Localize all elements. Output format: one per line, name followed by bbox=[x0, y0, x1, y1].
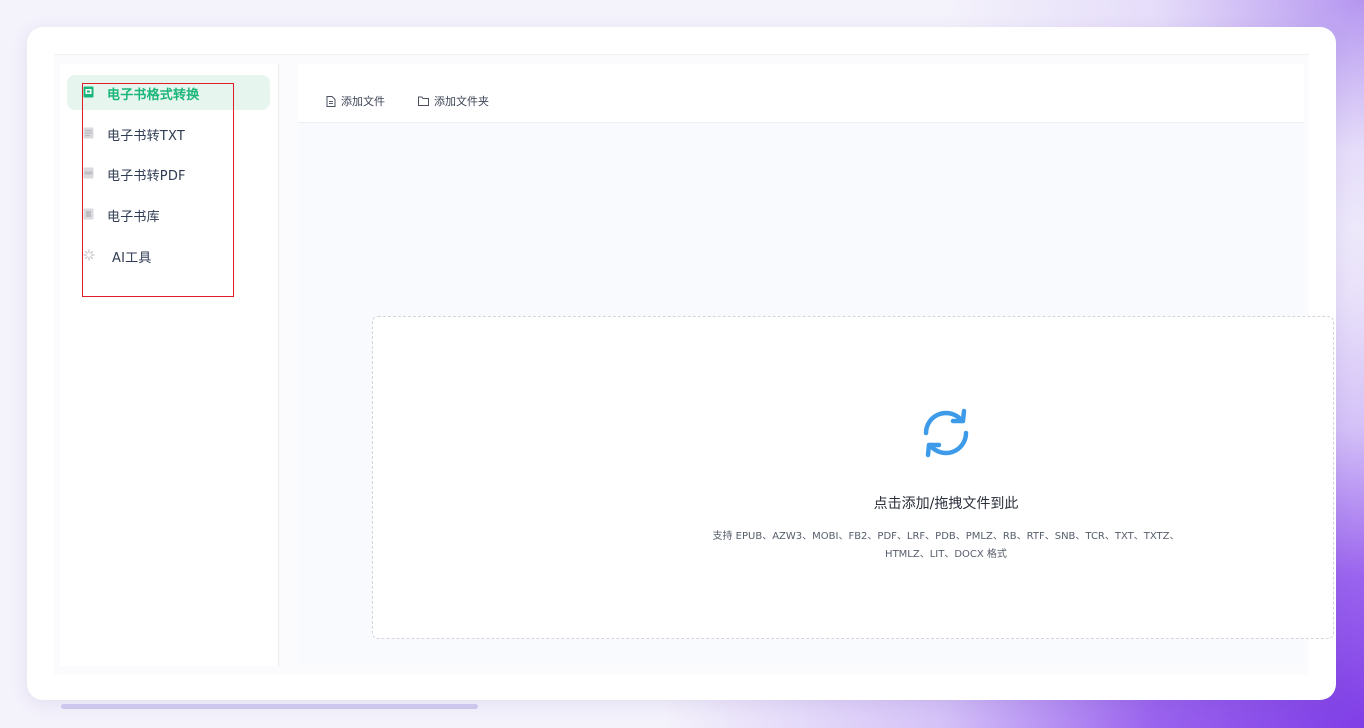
book-library-icon bbox=[83, 208, 94, 220]
toolbar: 添加文件 添加文件夹 bbox=[298, 64, 1304, 123]
sidebar-item-ebook-to-pdf[interactable]: 电子书转PDF bbox=[67, 156, 270, 191]
sidebar-item-ebook-convert[interactable]: 电子书格式转换 bbox=[67, 75, 270, 110]
ai-sparkle-icon bbox=[83, 249, 95, 261]
sidebar-item-label: 电子书转TXT bbox=[107, 129, 185, 144]
file-icon bbox=[326, 95, 336, 107]
supported-formats-line1: 支持 EPUB、AZW3、MOBI、FB2、PDF、LRF、PDB、PMLZ、R… bbox=[712, 531, 1180, 542]
add-folder-button[interactable]: 添加文件夹 bbox=[418, 93, 489, 109]
sidebar-item-ai-tools[interactable]: AI工具 bbox=[67, 238, 270, 273]
ebook-convert-icon bbox=[83, 86, 94, 98]
book-pdf-icon bbox=[83, 167, 94, 179]
horizontal-scrollbar[interactable] bbox=[61, 704, 478, 709]
add-file-button[interactable]: 添加文件 bbox=[326, 93, 385, 109]
sidebar-item-label: 电子书转PDF bbox=[107, 169, 186, 184]
sidebar-item-label: AI工具 bbox=[112, 251, 152, 266]
supported-formats-line2: HTMLZ、LIT、DOCX 格式 bbox=[885, 549, 1007, 560]
sidebar-item-ebook-to-txt[interactable]: 电子书转TXT bbox=[67, 116, 270, 151]
add-file-label: 添加文件 bbox=[341, 95, 385, 108]
main-panel: 添加文件 添加文件夹 点击添加/拖拽文件到此 支持 EPUB、AZW3、MOBI… bbox=[298, 64, 1334, 666]
sidebar-item-ebook-library[interactable]: 电子书库 bbox=[67, 197, 270, 232]
book-txt-icon bbox=[83, 127, 94, 139]
sidebar-item-label: 电子书格式转换 bbox=[107, 88, 200, 103]
supported-formats: 支持 EPUB、AZW3、MOBI、FB2、PDF、LRF、PDB、PMLZ、R… bbox=[696, 528, 1196, 564]
dropzone-title: 点击添加/拖拽文件到此 bbox=[873, 496, 1019, 512]
sidebar-item-label: 电子书库 bbox=[107, 210, 160, 225]
folder-icon bbox=[418, 96, 429, 106]
sidebar: 电子书格式转换 电子书转TXT 电子书转PDF 电子书库 AI工具 bbox=[60, 64, 279, 666]
refresh-icon bbox=[923, 408, 969, 458]
file-dropzone[interactable]: 点击添加/拖拽文件到此 支持 EPUB、AZW3、MOBI、FB2、PDF、LR… bbox=[372, 316, 1334, 639]
add-folder-label: 添加文件夹 bbox=[434, 95, 489, 108]
